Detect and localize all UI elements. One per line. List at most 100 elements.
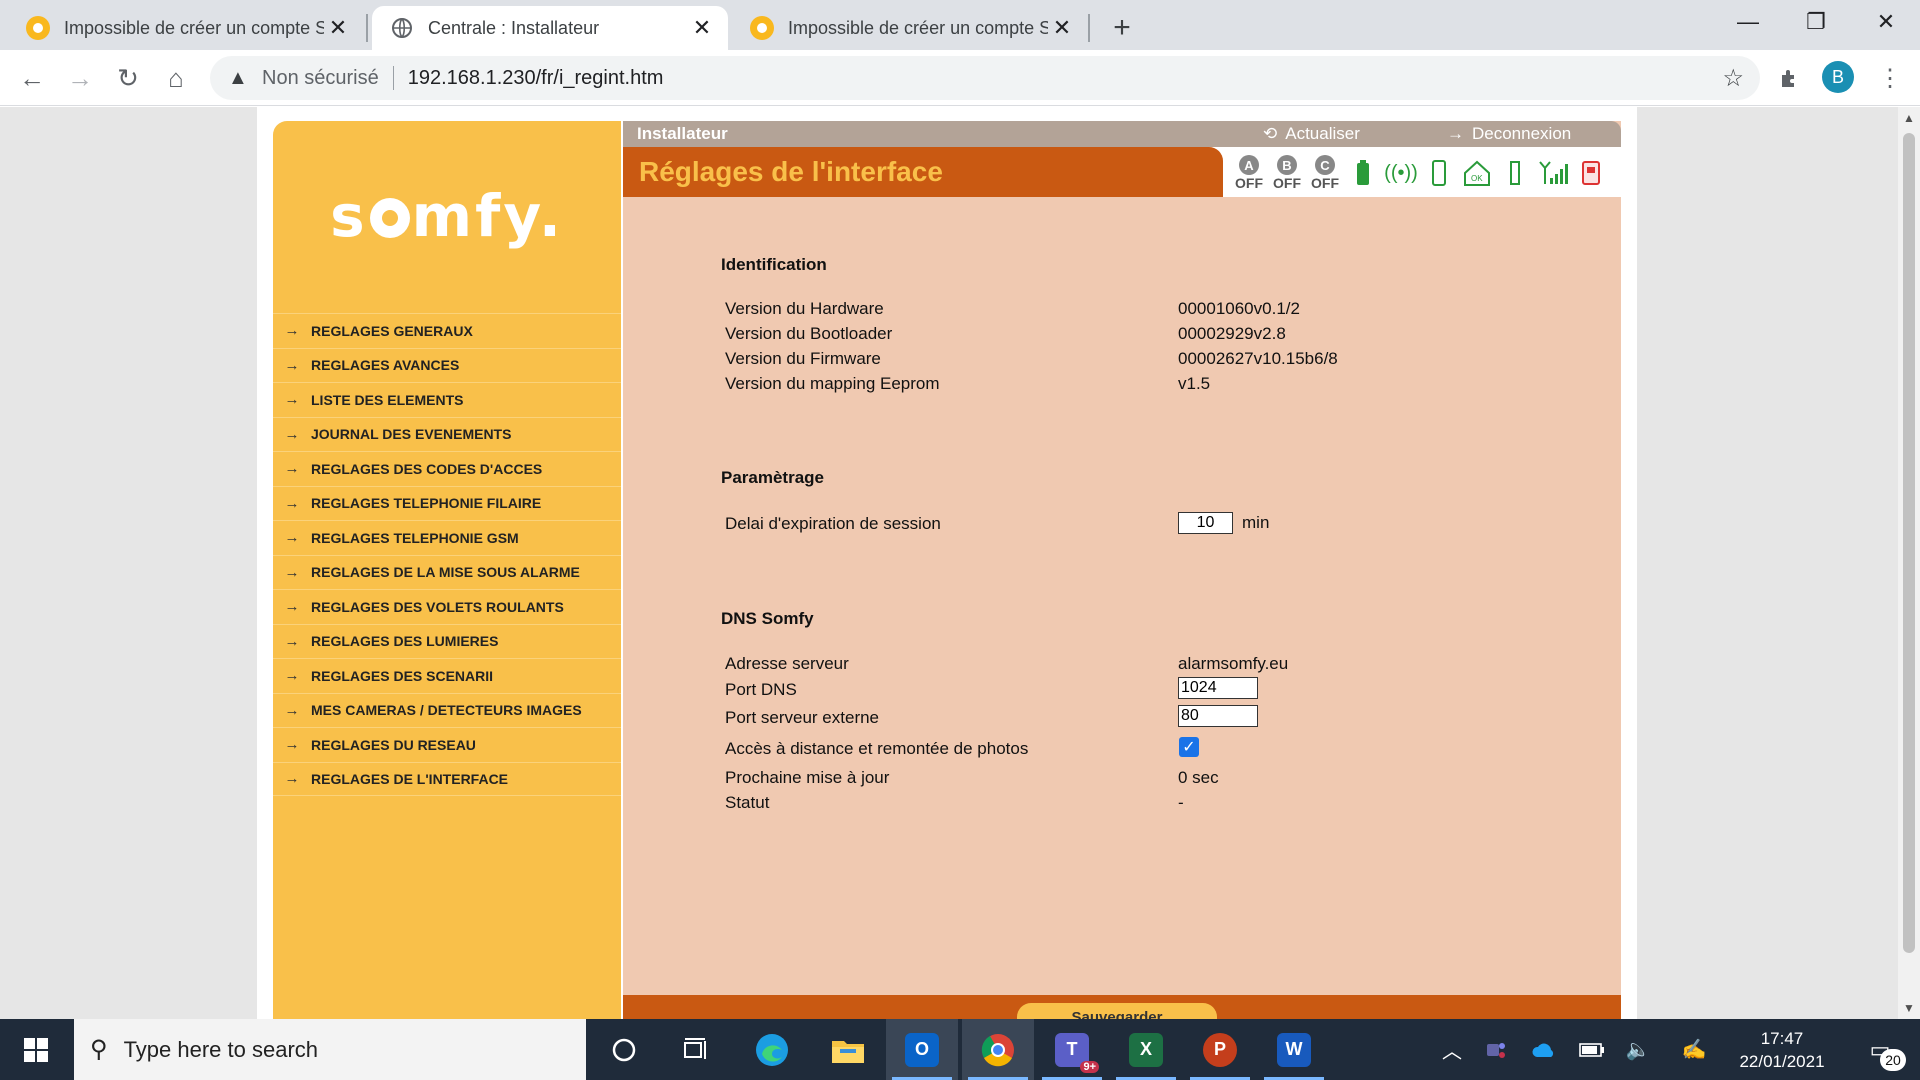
browser-tab-bar: Impossible de créer un compte S ✕ Centra… (0, 0, 1920, 50)
forward-button[interactable]: → (62, 60, 98, 96)
somfy-logo-wordmark: s mfy. (330, 182, 564, 250)
cortana-icon[interactable] (588, 1019, 660, 1080)
tab-1[interactable]: Impossible de créer un compte S ✕ (8, 6, 364, 50)
globe-favicon-icon (390, 16, 414, 40)
menu-item-codes-acces[interactable]: → REGLAGES DES CODES D'ACCES (273, 451, 621, 486)
taskbar-search[interactable]: ⚲ Type here to search (74, 1019, 586, 1080)
settings-content: Identification Version du Hardware 00001… (623, 197, 1621, 1019)
arrow-right-icon: → (284, 391, 300, 409)
bookmark-star-icon[interactable]: ☆ (1722, 64, 1744, 93)
svg-text:OK: OK (1471, 174, 1483, 183)
tab-close-icon[interactable]: ✕ (324, 14, 352, 42)
profile-avatar[interactable]: B (1822, 61, 1854, 93)
arrow-right-icon: → (284, 667, 300, 685)
new-tab-button[interactable]: + (1104, 10, 1140, 46)
scroll-up-icon[interactable]: ▲ (1898, 111, 1920, 125)
zone-c-badge: C (1315, 155, 1335, 175)
page-scrollbar[interactable]: ▲ ▼ (1898, 107, 1920, 1019)
status-label: Statut (725, 793, 770, 812)
arrow-right-icon: → (1447, 124, 1464, 143)
bootloader-version-value: 00002929v2.8 (1178, 324, 1286, 343)
bootloader-version-label: Version du Bootloader (725, 324, 893, 343)
remote-access-checkbox[interactable]: ✓ (1179, 737, 1199, 757)
port-dns-input[interactable] (1178, 677, 1258, 699)
start-button[interactable] (0, 1019, 72, 1080)
window-close-button[interactable]: ✕ (1852, 0, 1920, 44)
zone-c-state: OFF (1311, 175, 1339, 191)
scrollbar-thumb[interactable] (1903, 133, 1915, 953)
pen-icon[interactable]: ✍ (1676, 1019, 1712, 1080)
menu-item-telephonie-gsm[interactable]: → REGLAGES TELEPHONIE GSM (273, 520, 621, 555)
refresh-link[interactable]: ⟲ Actualiser (1263, 124, 1360, 144)
tab-2-active[interactable]: Centrale : Installateur ✕ (372, 6, 728, 50)
reload-button[interactable]: ↻ (110, 60, 146, 96)
system-clock[interactable]: 17:47 22/01/2021 (1722, 1027, 1842, 1073)
menu-item-liste-elements[interactable]: → LISTE DES ELEMENTS (273, 382, 621, 417)
file-explorer-icon[interactable] (812, 1019, 884, 1080)
zone-a-state: OFF (1235, 175, 1263, 191)
teams-icon[interactable]: T 9+ (1036, 1019, 1108, 1080)
address-bar[interactable]: ▲ Non sécurisé 192.168.1.230/fr/i_regint… (210, 56, 1760, 100)
menu-item-reglages-generaux[interactable]: → REGLAGES GENERAUX (273, 313, 621, 348)
minimize-button[interactable]: — (1714, 0, 1782, 44)
chrome-icon[interactable] (962, 1019, 1034, 1080)
menu-item-scenarii[interactable]: → REGLAGES DES SCENARII (273, 658, 621, 693)
edge-icon[interactable] (736, 1019, 808, 1080)
warning-icon[interactable]: ▲ (228, 67, 250, 90)
menu-item-interface[interactable]: → REGLAGES DE L'INTERFACE (273, 761, 621, 796)
tab-separator (366, 14, 368, 42)
somfy-logo: s mfy. (273, 121, 621, 311)
volume-icon[interactable]: 🔈 (1620, 1019, 1656, 1080)
clock-date: 22/01/2021 (1739, 1052, 1825, 1071)
outlook-icon[interactable]: O (886, 1019, 958, 1080)
tab-3[interactable]: Impossible de créer un compte S ✕ (732, 6, 1088, 50)
notification-center-icon[interactable]: ▭ 20 (1850, 1019, 1910, 1080)
hardware-version-label: Version du Hardware (725, 299, 884, 318)
onedrive-icon[interactable] (1526, 1019, 1562, 1080)
detector-icon (1499, 157, 1531, 189)
powerpoint-icon[interactable]: P (1184, 1019, 1256, 1080)
tab-close-icon[interactable]: ✕ (1048, 14, 1076, 42)
menu-item-telephonie-filaire[interactable]: → REGLAGES TELEPHONIE FILAIRE (273, 485, 621, 521)
teams-tray-icon[interactable] (1478, 1019, 1514, 1080)
extensions-icon[interactable] (1772, 60, 1808, 96)
excel-icon[interactable]: X (1110, 1019, 1182, 1080)
menu-kebab-icon[interactable]: ⋮ (1872, 60, 1908, 96)
restore-button[interactable]: ❐ (1782, 0, 1850, 44)
session-timeout-input[interactable] (1178, 512, 1233, 534)
show-hidden-icons-chevron-icon[interactable]: ︿ (1434, 1019, 1470, 1080)
tab-close-icon[interactable]: ✕ (688, 14, 716, 42)
menu-item-journal-evenements[interactable]: → JOURNAL DES EVENEMENTS (273, 416, 621, 452)
status-value: - (1178, 793, 1184, 812)
battery-tray-icon[interactable] (1574, 1019, 1610, 1080)
teams-badge: 9+ (1080, 1060, 1099, 1073)
menu-item-reglages-avances[interactable]: → REGLAGES AVANCES (273, 347, 621, 383)
search-icon: ⚲ (90, 1036, 108, 1063)
somfy-favicon-icon (26, 16, 50, 40)
arrow-right-icon: → (284, 632, 300, 650)
url-text[interactable]: 192.168.1.230/fr/i_regint.htm (408, 67, 664, 90)
content-column: Installateur ⟲ Actualiser → Deconnexion … (623, 121, 1621, 1019)
menu-item-mise-sous-alarme[interactable]: → REGLAGES DE LA MISE SOUS ALARME (273, 554, 621, 590)
somfy-favicon-icon (750, 16, 774, 40)
radio-signal-icon: ((•)) (1384, 161, 1418, 184)
home-button[interactable]: ⌂ (158, 60, 194, 96)
menu-item-lumieres[interactable]: → REGLAGES DES LUMIERES (273, 623, 621, 659)
back-button[interactable]: ← (14, 60, 50, 96)
external-port-input[interactable] (1178, 705, 1258, 727)
security-label[interactable]: Non sécurisé (262, 67, 379, 90)
arrow-right-icon: → (284, 529, 300, 547)
menu-item-volets-roulants[interactable]: → REGLAGES DES VOLETS ROULANTS (273, 589, 621, 624)
role-label: Installateur (637, 124, 728, 143)
task-view-icon[interactable] (660, 1019, 732, 1080)
tab-separator (1088, 14, 1090, 42)
menu-item-cameras[interactable]: → MES CAMERAS / DETECTEURS IMAGES (273, 692, 621, 728)
arrow-right-icon: → (284, 494, 300, 512)
search-placeholder: Type here to search (123, 1036, 319, 1062)
scroll-down-icon[interactable]: ▼ (1898, 1001, 1920, 1015)
menu-item-reseau[interactable]: → REGLAGES DU RESEAU (273, 727, 621, 762)
arrow-right-icon: → (284, 598, 300, 616)
word-icon[interactable]: W (1258, 1019, 1330, 1080)
logout-link[interactable]: → Deconnexion (1447, 124, 1571, 144)
save-button[interactable]: Sauvegarder (1017, 1003, 1217, 1019)
